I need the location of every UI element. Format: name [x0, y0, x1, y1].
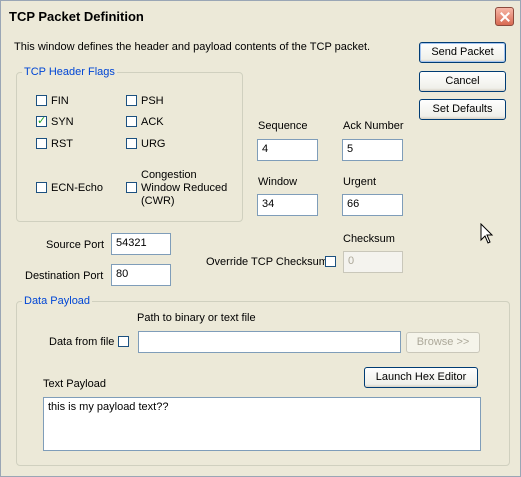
close-button[interactable]	[495, 7, 514, 26]
override-checksum-checkbox[interactable]	[325, 256, 336, 267]
send-packet-button[interactable]: Send Packet	[419, 42, 506, 63]
ack-number-label: Ack Number	[343, 120, 404, 132]
urgent-input[interactable]: 66	[342, 194, 403, 216]
rst-checkbox[interactable]	[36, 138, 47, 149]
override-checksum-label: Override TCP Checksum	[206, 256, 328, 268]
browse-button[interactable]: Browse >>	[406, 332, 480, 353]
rst-label: RST	[51, 138, 73, 150]
fin-label: FIN	[51, 95, 69, 107]
window-title: TCP Packet Definition	[9, 9, 144, 24]
tcp-header-flags-title: TCP Header Flags	[22, 66, 117, 78]
data-from-file-label: Data from file	[49, 336, 115, 348]
cancel-button[interactable]: Cancel	[419, 71, 506, 92]
set-defaults-button[interactable]: Set Defaults	[419, 99, 506, 120]
fin-checkbox[interactable]	[36, 95, 47, 106]
psh-checkbox[interactable]	[126, 95, 137, 106]
ack-label: ACK	[141, 116, 164, 128]
ack-checkbox[interactable]	[126, 116, 137, 127]
urg-checkbox[interactable]	[126, 138, 137, 149]
ecn-echo-checkbox[interactable]	[36, 182, 47, 193]
ack-number-input[interactable]: 5	[342, 139, 403, 161]
window-label: Window	[258, 176, 298, 188]
cwr-label-line1: Congestion	[141, 169, 197, 181]
data-payload-title: Data Payload	[22, 295, 93, 307]
cwr-label-line2: Window Reduced	[141, 182, 228, 194]
launch-hex-editor-button[interactable]: Launch Hex Editor	[364, 367, 478, 388]
checksum-label: Checksum	[343, 233, 395, 245]
cwr-label-line3: (CWR)	[141, 195, 175, 207]
text-payload-textarea[interactable]: this is my payload text??	[43, 397, 481, 451]
sequence-label: Sequence	[258, 120, 308, 132]
ecn-echo-label: ECN-Echo	[51, 182, 103, 194]
syn-checkbox[interactable]	[36, 114, 47, 127]
source-port-label: Source Port	[46, 239, 105, 251]
sequence-input[interactable]: 4	[257, 139, 318, 161]
syn-label: SYN	[51, 116, 74, 128]
path-label: Path to binary or text file	[137, 312, 256, 324]
source-port-input[interactable]: 54321	[111, 233, 171, 255]
destination-port-label: Destination Port	[25, 270, 104, 282]
urgent-label: Urgent	[343, 176, 377, 188]
urg-label: URG	[141, 138, 166, 150]
checksum-input[interactable]: 0	[343, 251, 403, 273]
cwr-checkbox[interactable]	[126, 182, 137, 193]
text-payload-label: Text Payload	[43, 378, 106, 390]
title-bar[interactable]: TCP Packet Definition	[1, 1, 520, 31]
tcp-packet-definition-window: TCP Packet Definition This window define…	[0, 0, 521, 477]
path-input[interactable]	[138, 331, 401, 353]
window-input[interactable]: 34	[257, 194, 318, 216]
psh-label: PSH	[141, 95, 164, 107]
window-description: This window defines the header and paylo…	[14, 41, 371, 53]
mouse-cursor-icon	[480, 223, 494, 244]
data-from-file-checkbox[interactable]	[118, 336, 129, 347]
destination-port-input[interactable]: 80	[111, 264, 171, 286]
